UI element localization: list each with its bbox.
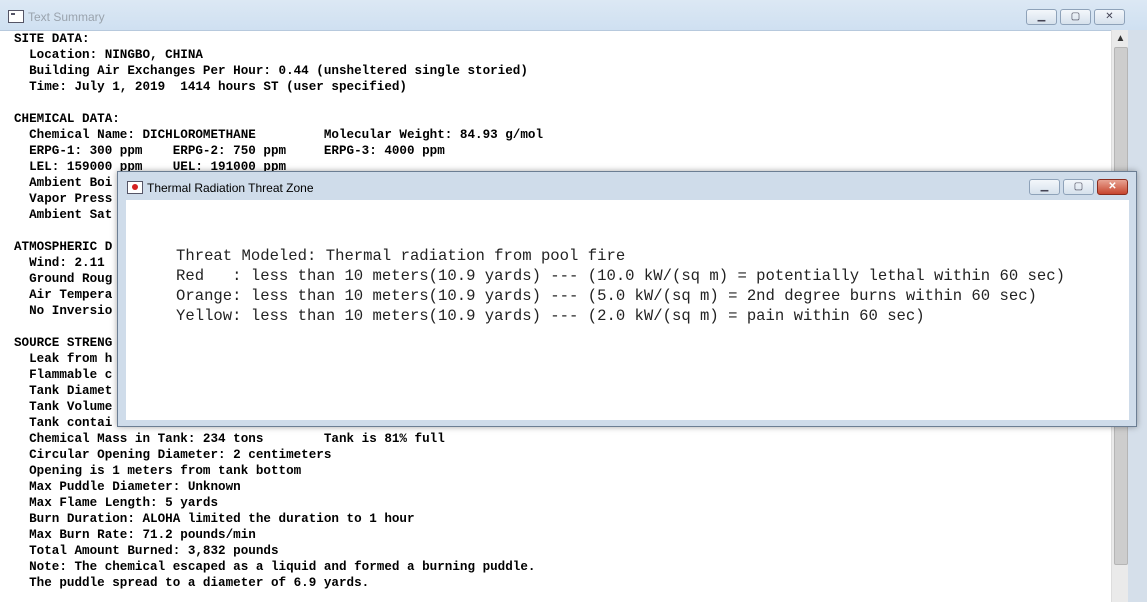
summary-line: Max Puddle Diameter: Unknown bbox=[14, 480, 241, 494]
threat-line: Orange: less than 10 meters(10.9 yards) … bbox=[176, 287, 1037, 305]
dialog-title: Thermal Radiation Threat Zone bbox=[147, 181, 314, 195]
maximize-icon: ▢ bbox=[1073, 181, 1084, 192]
summary-line: Wind: 2.11 bbox=[14, 256, 105, 270]
threat-zone-icon bbox=[127, 181, 143, 194]
summary-line: Burn Duration: ALOHA limited the duratio… bbox=[14, 512, 415, 526]
summary-line: Air Tempera bbox=[14, 288, 113, 302]
threat-zone-text: Threat Modeled: Thermal radiation from p… bbox=[176, 246, 1065, 326]
minimize-icon: ▁ bbox=[1040, 181, 1049, 192]
summary-line: ATMOSPHERIC D bbox=[14, 240, 113, 254]
dialog-minimize-button[interactable]: ▁ bbox=[1029, 179, 1060, 195]
close-icon: ✕ bbox=[1108, 181, 1117, 192]
summary-line: Ground Roug bbox=[14, 272, 113, 286]
summary-line: Max Flame Length: 5 yards bbox=[14, 496, 219, 510]
summary-line: Tank contai bbox=[14, 416, 113, 430]
summary-line: Circular Opening Diameter: 2 centimeters bbox=[14, 448, 332, 462]
close-button[interactable]: ✕ bbox=[1094, 9, 1125, 25]
summary-line: No Inversio bbox=[14, 304, 113, 318]
threat-line: Threat Modeled: Thermal radiation from p… bbox=[176, 247, 626, 265]
dialog-maximize-button[interactable]: ▢ bbox=[1063, 179, 1094, 195]
summary-line: Vapor Press bbox=[14, 192, 113, 206]
summary-line: Total Amount Burned: 3,832 pounds bbox=[14, 544, 279, 558]
summary-line: Chemical Name: DICHLOROMETHANE Molecular… bbox=[14, 128, 544, 142]
summary-line: Building Air Exchanges Per Hour: 0.44 (u… bbox=[14, 64, 528, 78]
summary-line: Max Burn Rate: 71.2 pounds/min bbox=[14, 528, 256, 542]
threat-line: Yellow: less than 10 meters(10.9 yards) … bbox=[176, 307, 925, 325]
app-icon bbox=[8, 10, 24, 23]
main-window-title: Text Summary bbox=[28, 10, 105, 24]
threat-line: Red : less than 10 meters(10.9 yards) --… bbox=[176, 267, 1065, 285]
summary-line: Tank Diamet bbox=[14, 384, 113, 398]
minimize-button[interactable]: ▁ bbox=[1026, 9, 1057, 25]
dialog-titlebar[interactable]: Thermal Radiation Threat Zone ▁ ▢ ✕ bbox=[118, 172, 1136, 200]
summary-line: Leak from h bbox=[14, 352, 113, 366]
summary-line: ERPG-1: 300 ppm ERPG-2: 750 ppm ERPG-3: … bbox=[14, 144, 445, 158]
maximize-button[interactable]: ▢ bbox=[1060, 9, 1091, 25]
minimize-icon: ▁ bbox=[1037, 11, 1046, 22]
maximize-icon: ▢ bbox=[1070, 11, 1081, 22]
scroll-up-arrow-icon[interactable]: ▲ bbox=[1112, 32, 1129, 46]
summary-line: Ambient Boi bbox=[14, 176, 113, 190]
summary-line: Flammable c bbox=[14, 368, 113, 382]
dialog-close-button[interactable]: ✕ bbox=[1097, 179, 1128, 195]
summary-line: SOURCE STRENG bbox=[14, 336, 113, 350]
summary-line: SITE DATA: bbox=[14, 32, 90, 46]
summary-line: Ambient Sat bbox=[14, 208, 113, 222]
close-icon: ✕ bbox=[1105, 11, 1114, 22]
summary-line: Location: NINGBO, CHINA bbox=[14, 48, 203, 62]
summary-line: Note: The chemical escaped as a liquid a… bbox=[14, 560, 536, 574]
summary-line: Tank Volume bbox=[14, 400, 113, 414]
thermal-radiation-dialog: Thermal Radiation Threat Zone ▁ ▢ ✕ Thre… bbox=[117, 171, 1137, 427]
summary-line: CHEMICAL DATA: bbox=[14, 112, 120, 126]
summary-line: The puddle spread to a diameter of 6.9 y… bbox=[14, 576, 370, 590]
summary-line: Opening is 1 meters from tank bottom bbox=[14, 464, 302, 478]
main-titlebar[interactable]: Text Summary ▁ ▢ ✕ bbox=[0, 0, 1147, 31]
dialog-body: Threat Modeled: Thermal radiation from p… bbox=[126, 200, 1129, 420]
summary-line: Time: July 1, 2019 1414 hours ST (user s… bbox=[14, 80, 407, 94]
summary-line: Chemical Mass in Tank: 234 tons Tank is … bbox=[14, 432, 445, 446]
